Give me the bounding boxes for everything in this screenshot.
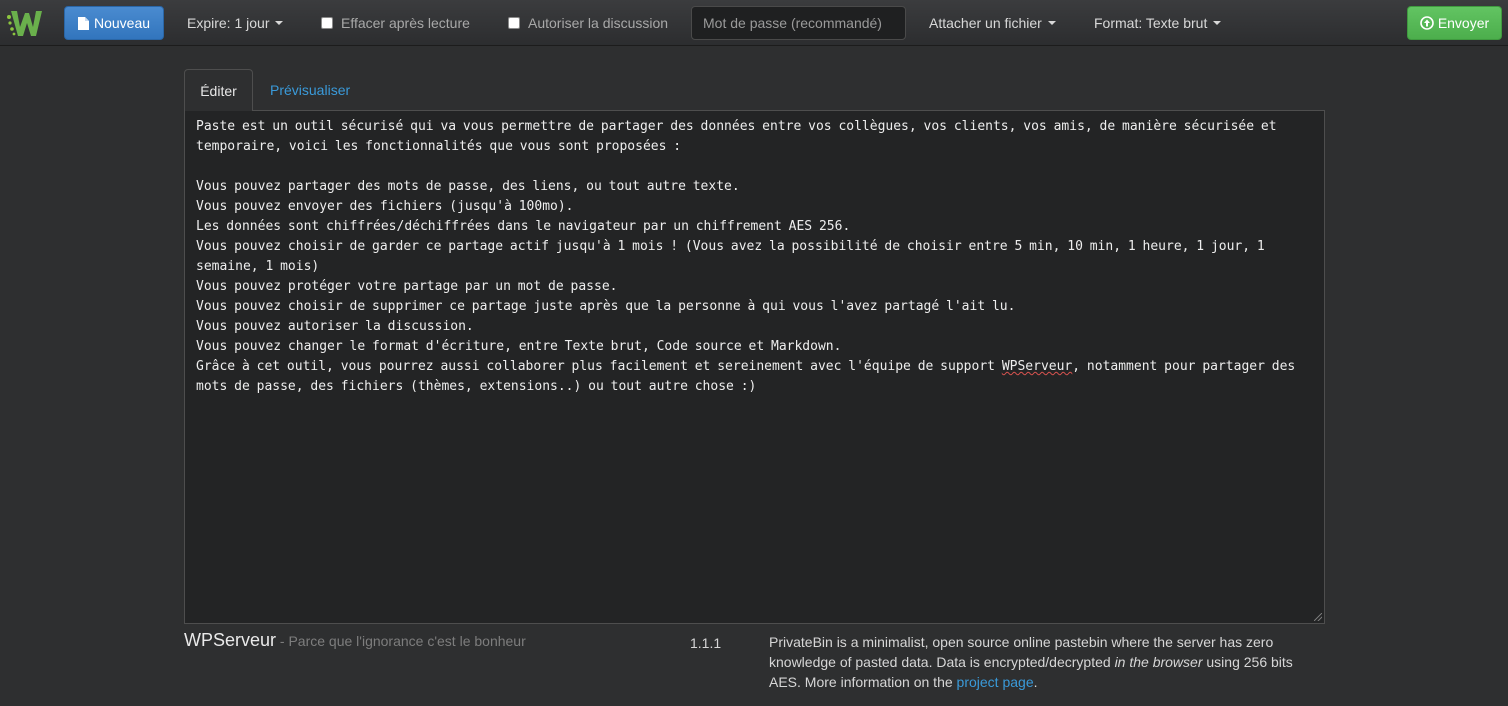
editor-line: Vous pouvez choisir de supprimer ce part… xyxy=(196,299,1016,314)
editor-line: Vous pouvez partager des mots de passe, … xyxy=(196,179,740,194)
version-number: 1.1.1 xyxy=(690,635,722,651)
chevron-down-icon xyxy=(1047,21,1056,25)
tab-preview-label: Prévisualiser xyxy=(270,82,351,98)
editor-line: Vous pouvez autoriser la discussion. xyxy=(196,319,474,334)
expire-label: Expire: 1 jour xyxy=(187,15,270,31)
attach-file-label: Attacher un fichier xyxy=(929,15,1042,31)
burn-after-reading-option[interactable]: Effacer après lecture xyxy=(321,0,470,46)
tab-preview[interactable]: Prévisualiser xyxy=(255,69,365,111)
new-paste-button[interactable]: Nouveau xyxy=(64,6,164,40)
file-icon xyxy=(77,16,89,30)
burn-after-reading-checkbox[interactable] xyxy=(321,17,333,29)
editor-line: Vous pouvez changer le format d'écriture… xyxy=(196,339,842,354)
tab-edit[interactable]: Éditer xyxy=(184,69,253,111)
open-discussion-option[interactable]: Autoriser la discussion xyxy=(508,0,668,46)
about-emphasis: in the browser xyxy=(1114,654,1203,670)
footer-about: PrivateBin is a minimalist, open source … xyxy=(769,632,1309,692)
format-label: Format: Texte brut xyxy=(1094,15,1208,31)
misspelled-word: WPServeur xyxy=(1001,359,1073,374)
editor-line: Vous pouvez protéger votre partage par u… xyxy=(196,279,618,294)
editor-line-last: Grâce à cet outil, vous pourrez aussi co… xyxy=(196,357,1313,397)
project-page-link[interactable]: project page xyxy=(957,674,1034,690)
send-button[interactable]: Envoyer xyxy=(1407,6,1502,40)
editor-line: Vous pouvez envoyer des fichiers (jusqu'… xyxy=(196,199,574,214)
top-navbar: Nouveau Expire: 1 jour Effacer après lec… xyxy=(0,0,1508,46)
footer-brand: WPServeur - Parce que l'ignorance c'est … xyxy=(184,630,526,651)
footer-brand-name: WPServeur xyxy=(184,630,277,650)
password-input[interactable] xyxy=(691,6,906,40)
burn-after-reading-label: Effacer après lecture xyxy=(341,15,470,31)
attach-file-dropdown[interactable]: Attacher un fichier xyxy=(929,0,1056,46)
open-discussion-label: Autoriser la discussion xyxy=(528,15,669,31)
editor-line: Vous pouvez choisir de garder ce partage… xyxy=(196,239,1272,274)
logo-icon[interactable] xyxy=(6,7,44,39)
about-text: . xyxy=(1033,674,1038,690)
footer-tagline: - Parce que l'ignorance c'est le bonheur xyxy=(276,633,526,649)
paste-textarea[interactable]: Paste est un outil sécurisé qui va vous … xyxy=(184,111,1325,624)
open-discussion-checkbox[interactable] xyxy=(508,17,520,29)
format-dropdown[interactable]: Format: Texte brut xyxy=(1094,0,1222,46)
send-label: Envoyer xyxy=(1437,15,1490,31)
editor-line: Les données sont chiffrées/déchiffrées d… xyxy=(196,219,851,234)
editor-line: Paste est un outil sécurisé qui va vous … xyxy=(196,119,1284,154)
tab-edit-label: Éditer xyxy=(200,82,237,99)
upload-circle-icon xyxy=(1420,16,1434,30)
new-paste-label: Nouveau xyxy=(93,15,151,31)
resize-handle-icon[interactable] xyxy=(1314,613,1322,621)
editor-text: Grâce à cet outil, vous pourrez aussi co… xyxy=(196,359,1002,374)
chevron-down-icon xyxy=(1213,21,1222,25)
chevron-down-icon xyxy=(275,21,284,25)
expire-dropdown[interactable]: Expire: 1 jour xyxy=(187,0,284,46)
